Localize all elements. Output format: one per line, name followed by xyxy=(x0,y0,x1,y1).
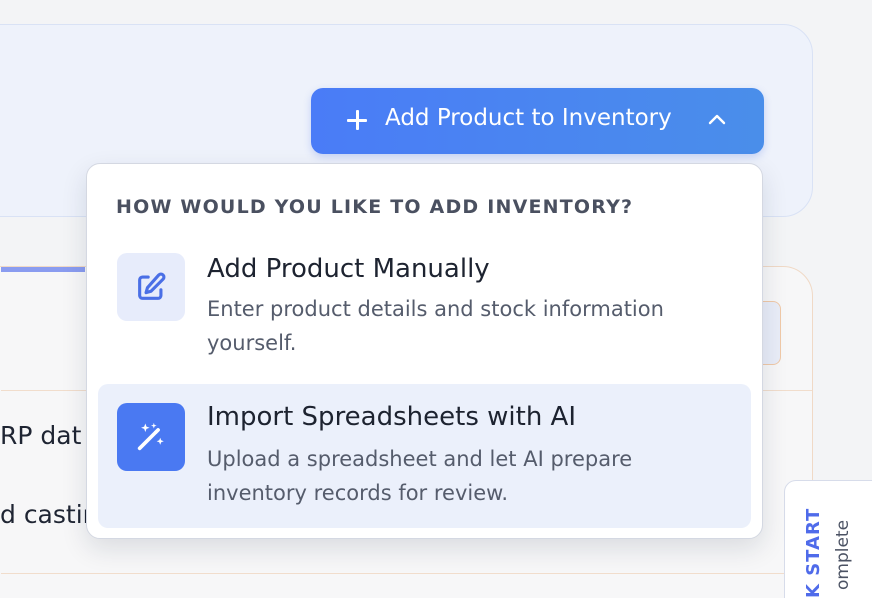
chevron-up-icon[interactable] xyxy=(707,110,727,130)
divider xyxy=(1,573,812,574)
background-text-row: RP dat xyxy=(0,421,82,450)
quick-start-title: K START xyxy=(803,507,824,598)
menu-item-import-ai[interactable]: Import Spreadsheets with AI Upload a spr… xyxy=(98,384,751,528)
menu-item-add-manually[interactable]: Add Product Manually Enter product detai… xyxy=(98,244,751,366)
app-stage: RP dat d castin K START omplete Add Prod… xyxy=(0,0,872,598)
menu-item-description: Upload a spreadsheet and let AI prepare … xyxy=(207,447,633,505)
menu-item-description: Enter product details and stock informat… xyxy=(207,297,664,355)
add-inventory-menu: HOW WOULD YOU LIKE TO ADD INVENTORY? Add… xyxy=(86,163,763,539)
menu-item-title: Import Spreadsheets with AI xyxy=(207,402,577,432)
quick-start-subtitle: omplete xyxy=(833,519,853,590)
background-text-row: d castin xyxy=(0,500,99,529)
add-product-button[interactable]: Add Product to Inventory xyxy=(311,88,764,154)
magic-wand-icon xyxy=(117,403,185,471)
edit-icon xyxy=(117,253,185,321)
menu-heading: HOW WOULD YOU LIKE TO ADD INVENTORY? xyxy=(116,196,634,218)
quick-start-tab[interactable] xyxy=(784,480,872,598)
menu-item-title: Add Product Manually xyxy=(207,254,490,284)
add-product-button-label: Add Product to Inventory xyxy=(385,105,672,131)
progress-strip xyxy=(1,267,85,272)
plus-icon xyxy=(347,110,367,130)
